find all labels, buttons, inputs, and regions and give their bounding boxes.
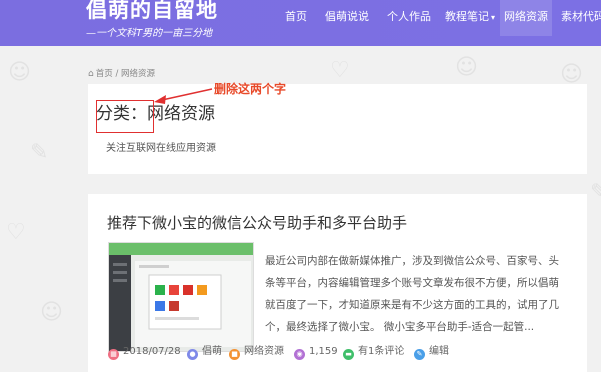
post-excerpt: 最近公司内部在做新媒体推广，涉及到微信公众号、百家号、头条等平台，内容编辑管理多… [265, 255, 559, 333]
post-title[interactable]: 推荐下微小宝的微信公众号助手和多平台助手 [107, 212, 407, 233]
post-category[interactable]: ■ 网络资源 [229, 345, 284, 360]
category-description: 关注互联网在线应用资源 [106, 143, 216, 154]
annotation-text: 删除这两个字 [214, 82, 287, 96]
calendar-icon: ▦ [108, 349, 119, 360]
home-icon: ⌂ [88, 69, 94, 79]
nav-item-talk[interactable]: 倡萌说说 [321, 10, 373, 30]
category-card: 分类：网络资源 关注互联网在线应用资源 [88, 84, 587, 174]
background-doodle-icon: ✎ [30, 140, 49, 165]
background-doodle-icon: ✎ [590, 180, 601, 205]
post-category-text: 网络资源 [244, 346, 284, 357]
post-thumbnail[interactable] [108, 242, 254, 352]
background-doodle-icon: ♡ [330, 58, 350, 83]
post-card: 推荐下微小宝的微信公众号助手和多平台助手 最近公司内部在做新媒体推广，涉及到微信… [88, 194, 587, 372]
nav-item-label: 首页 [285, 10, 307, 23]
nav-item-materials[interactable]: 素材代码 [557, 10, 601, 30]
nav-item-label: 网络资源 [504, 10, 548, 23]
folder-icon: ■ [229, 349, 240, 360]
site-slogan: —一个文科T男的一亩三分地 [86, 28, 213, 39]
chevron-down-icon: ▾ [491, 13, 496, 22]
post-author-text: 倡萌 [202, 346, 222, 357]
nav-item-label: 教程笔记 [445, 10, 489, 23]
nav-item-home[interactable]: 首页 [281, 10, 311, 30]
post-edit-text: 编辑 [429, 346, 449, 357]
thumbnail-image [109, 243, 253, 351]
background-doodle-icon: ♡ [6, 220, 26, 245]
background-doodle-icon: ☺ [455, 55, 478, 80]
post-comments-text: 有1条评论 [358, 346, 405, 357]
background-doodle-icon: ☺ [8, 60, 31, 85]
site-header: 倡萌的自留地 —一个文科T男的一亩三分地 首页 倡萌说说 个人作品 教程笔记 ▾ … [0, 0, 601, 46]
breadcrumb-home[interactable]: 首页 [96, 69, 113, 79]
site-title[interactable]: 倡萌的自留地 [86, 0, 218, 24]
post-date-text: 2018/07/28 [123, 346, 181, 357]
breadcrumb-separator: / [115, 69, 119, 79]
eye-icon: ◉ [294, 349, 305, 360]
user-icon: ● [187, 349, 198, 360]
nav-item-tutorials[interactable]: 教程笔记 ▾ [441, 10, 499, 30]
nav-item-resources[interactable]: 网络资源 [500, 0, 552, 36]
background-doodle-icon: ☺ [40, 300, 63, 325]
post-views: ◉ 1,159 [294, 345, 338, 360]
post-author[interactable]: ● 倡萌 [187, 345, 222, 360]
nav-item-label: 倡萌说说 [325, 10, 369, 23]
comment-icon: ▬ [343, 349, 354, 360]
breadcrumb: ⌂ 首页 / 网络资源 [88, 67, 155, 79]
breadcrumb-current: 网络资源 [121, 69, 156, 79]
post-edit[interactable]: ✎ 编辑 [414, 345, 449, 360]
post-views-text: 1,159 [309, 346, 338, 357]
edit-icon: ✎ [414, 349, 425, 360]
nav-item-label: 素材代码 [561, 10, 601, 23]
nav-item-label: 个人作品 [387, 10, 431, 23]
annotation-highlight-box [96, 100, 154, 133]
post-comments[interactable]: ▬ 有1条评论 [343, 345, 405, 360]
nav-item-works[interactable]: 个人作品 [383, 10, 435, 30]
post-date: ▦ 2018/07/28 [108, 345, 181, 360]
